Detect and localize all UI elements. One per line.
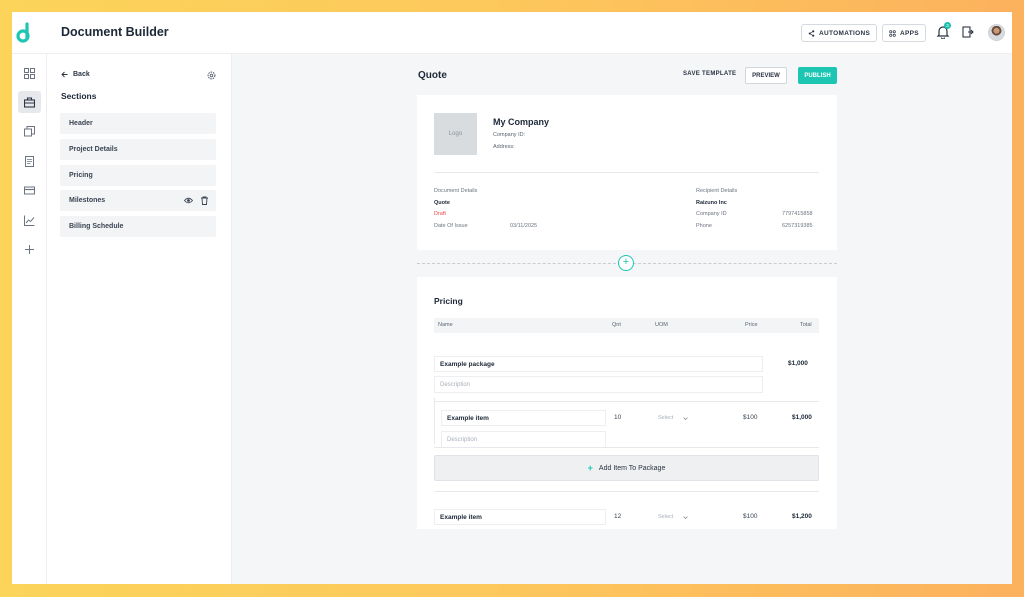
copy-icon	[24, 125, 35, 136]
pricing-title: Pricing	[434, 296, 463, 306]
automations-label: AUTOMATIONS	[819, 29, 871, 37]
sections-title: Sections	[61, 91, 97, 101]
item-total: $1,200	[792, 513, 812, 520]
add-item-label: Add Item To Package	[598, 464, 666, 472]
column-header-uom: UOM	[655, 322, 668, 328]
package-item-total: $1,000	[792, 414, 812, 421]
trash-icon[interactable]	[200, 196, 209, 205]
section-item-project-details[interactable]: Project Details	[60, 139, 216, 160]
logout-icon[interactable]	[962, 26, 974, 38]
app-title: Document Builder	[61, 25, 169, 39]
eye-icon[interactable]	[184, 196, 193, 205]
top-bar: Document Builder AUTOMATIONS APPS 3	[12, 12, 1012, 54]
package-item-price[interactable]: $100	[743, 414, 757, 421]
column-header-price: Price	[745, 322, 758, 328]
column-header-total: Total	[800, 322, 812, 328]
rail-dashboard[interactable]	[18, 62, 41, 84]
pricing-section-card[interactable]: Pricing Name Qnt UOM Price Total Example…	[417, 277, 837, 529]
publish-button[interactable]: PUBLISH	[798, 67, 837, 84]
section-item-label: Billing Schedule	[69, 223, 124, 230]
page-title: Quote	[418, 70, 447, 81]
chevron-down-icon	[683, 416, 689, 420]
section-item-header[interactable]: Header	[60, 113, 216, 134]
automation-icon	[808, 29, 815, 37]
dashboard-icon	[24, 67, 35, 79]
recipient-name: Raizuno Inc	[696, 200, 727, 206]
chart-icon	[24, 215, 35, 226]
row-separator	[434, 447, 819, 448]
rail-reports[interactable]	[18, 150, 41, 172]
app-logo-icon[interactable]	[15, 22, 35, 44]
section-item-milestones[interactable]: Milestones	[60, 190, 216, 211]
notification-badge: 3	[944, 22, 951, 29]
icon-rail	[12, 54, 47, 584]
section-item-label: Project Details	[69, 146, 118, 153]
package-item-qnt[interactable]: 10	[614, 414, 621, 421]
recipient-company-id-value: 7797415858	[782, 211, 813, 217]
header-section-card[interactable]: Logo My Company Company ID: Address: Doc…	[417, 95, 837, 250]
company-id-label: Company ID:	[493, 132, 526, 138]
rail-layers[interactable]	[18, 120, 41, 142]
document-details-label: Document Details	[434, 188, 478, 194]
date-of-issue-value: 03/11/2025	[510, 223, 538, 229]
section-item-pricing[interactable]: Pricing	[60, 165, 216, 186]
item-name-input[interactable]: Example item	[434, 509, 606, 525]
user-avatar[interactable]	[988, 24, 1005, 41]
sections-panel: Back Sections Header Project Details Pri…	[47, 54, 232, 584]
chevron-down-icon	[683, 515, 689, 519]
company-name: My Company	[493, 117, 550, 127]
arrow-left-icon	[61, 71, 68, 78]
back-button[interactable]: Back	[61, 71, 90, 78]
recipient-phone-label: Phone	[696, 223, 712, 229]
plus-icon: +	[587, 463, 593, 473]
column-header-name: Name	[438, 322, 453, 328]
divider	[434, 172, 819, 173]
package-item-description-input[interactable]: Description	[441, 431, 606, 448]
rail-add[interactable]	[18, 238, 41, 260]
company-logo-placeholder[interactable]: Logo	[434, 113, 477, 155]
section-item-label: Header	[69, 120, 93, 127]
uom-select-value: Select	[658, 514, 674, 520]
preview-button[interactable]: PREVIEW	[745, 67, 787, 84]
doc-status: Draft	[434, 211, 446, 217]
pricing-table-header: Name Qnt UOM Price Total	[434, 318, 819, 333]
package-item-uom-select[interactable]: Select	[658, 415, 689, 421]
save-template-button[interactable]: SAVE TEMPLATE	[683, 71, 736, 77]
gear-icon[interactable]	[207, 71, 216, 80]
add-section-button[interactable]: +	[618, 255, 634, 271]
recipient-details-label: Recipient Details	[696, 188, 738, 194]
card-icon	[24, 186, 35, 194]
column-header-qnt: Qnt	[612, 322, 621, 328]
rail-documents[interactable]	[18, 91, 41, 113]
section-item-billing-schedule[interactable]: Billing Schedule	[60, 216, 216, 237]
document-icon	[25, 155, 34, 167]
back-label: Back	[73, 71, 90, 78]
package-description-input[interactable]: Description	[434, 376, 763, 393]
item-uom-select[interactable]: Select	[658, 514, 689, 520]
item-qnt[interactable]: 12	[614, 513, 621, 520]
add-item-to-package-button[interactable]: + Add Item To Package	[434, 455, 819, 481]
recipient-phone-value: 6257319385	[782, 223, 813, 229]
package-total: $1,000	[788, 360, 808, 367]
date-of-issue-label: Date Of Issue	[434, 223, 468, 229]
package-item-name-input[interactable]: Example item	[441, 410, 606, 426]
grid-icon	[889, 29, 896, 37]
recipient-company-id-label: Company ID	[696, 211, 727, 217]
section-item-label: Milestones	[69, 197, 106, 204]
item-price[interactable]: $100	[743, 513, 757, 520]
apps-button[interactable]: APPS	[882, 24, 926, 42]
address-label: Address:	[493, 144, 515, 150]
plus-icon	[25, 244, 34, 254]
package-name-input[interactable]: Example package	[434, 356, 763, 372]
automations-button[interactable]: AUTOMATIONS	[801, 24, 878, 42]
row-separator	[434, 491, 819, 492]
doc-type: Quote	[434, 200, 450, 206]
uom-select-value: Select	[658, 415, 674, 421]
rail-analytics[interactable]	[18, 209, 41, 231]
app-window: Document Builder AUTOMATIONS APPS 3 Back…	[12, 12, 1012, 584]
section-item-label: Pricing	[69, 172, 93, 179]
rail-billing[interactable]	[18, 179, 41, 201]
apps-label: APPS	[900, 29, 919, 37]
briefcase-icon	[24, 96, 35, 108]
